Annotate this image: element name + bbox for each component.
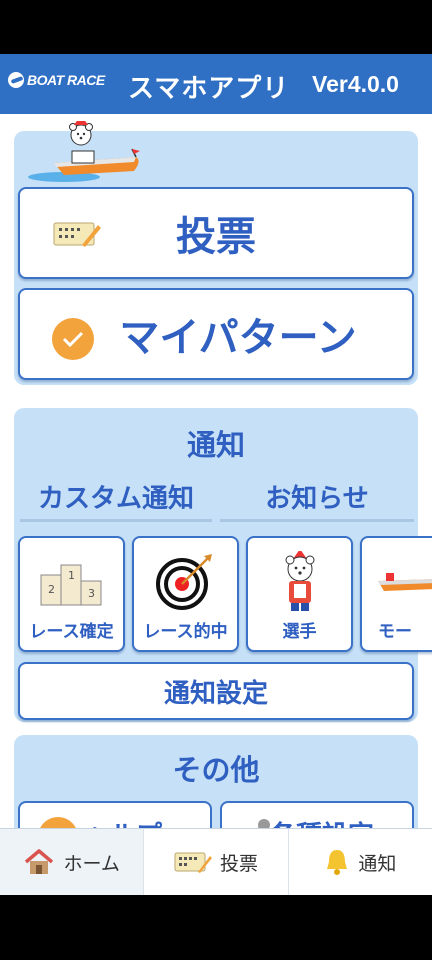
tab-news[interactable]: お知らせ xyxy=(220,478,414,522)
nav-notify-label: 通知 xyxy=(358,852,397,875)
main-content[interactable]: 投票 マイパターン 通知 カスタム通知 お知らせ 2 1 3 レース確定 レース… xyxy=(0,114,432,828)
bear-boat-mascot-icon xyxy=(28,121,140,182)
boat-icon xyxy=(378,573,432,591)
mypattern-button[interactable]: マイパターン xyxy=(18,288,414,380)
notify-card: 通知 カスタム通知 お知らせ 2 1 3 レース確定 レース的中 選手 モー 通… xyxy=(14,408,432,722)
house-icon xyxy=(25,849,54,874)
tile-racer[interactable]: 選手 xyxy=(246,536,353,652)
nav-home[interactable]: ホーム xyxy=(0,829,145,895)
svg-text:2: 2 xyxy=(48,583,55,596)
ticket-icon xyxy=(174,852,212,873)
system-nav-bar xyxy=(0,895,432,960)
vote-button[interactable]: 投票 xyxy=(18,187,414,279)
tile-label: レース確定 xyxy=(29,622,114,642)
logo-swoosh-icon xyxy=(8,72,24,88)
tile-race-hit[interactable]: レース的中 xyxy=(132,536,239,652)
svg-text:3: 3 xyxy=(88,587,95,600)
nav-vote[interactable]: 投票 xyxy=(144,829,289,895)
ticket-pencil-icon xyxy=(53,222,101,247)
notify-settings-button[interactable]: 通知設定 xyxy=(18,662,414,720)
boatrace-logo: BOAT RACE xyxy=(8,72,105,88)
nav-vote-label: 投票 xyxy=(219,852,258,875)
vote-card: 投票 マイパターン xyxy=(14,121,418,385)
help-button[interactable]: ヘルプ xyxy=(18,801,212,828)
status-bar xyxy=(0,0,432,54)
tile-label: 選手 xyxy=(282,622,317,642)
app-header: BOAT RACE スマホアプリ Ver4.0.0 xyxy=(0,54,432,114)
mypattern-button-label: マイパターン xyxy=(119,315,357,361)
help-button-label: ヘルプ xyxy=(84,815,162,828)
wrench-icon xyxy=(257,819,270,828)
settings-button-label: 各種設定 xyxy=(270,815,374,828)
vote-button-label: 投票 xyxy=(176,214,256,260)
target-icon xyxy=(155,554,212,610)
notify-section-title: 通知 xyxy=(186,428,245,462)
logo-text: BOAT RACE xyxy=(27,72,105,88)
bear-racer-icon xyxy=(285,551,314,611)
other-card: その他 ヘルプ 各種設定 xyxy=(14,735,418,828)
nav-home-label: ホーム xyxy=(63,852,120,875)
svg-text:1: 1 xyxy=(68,569,75,582)
settings-button[interactable]: 各種設定 xyxy=(220,801,414,828)
check-circle-icon xyxy=(52,318,94,360)
bottom-nav: ホーム 投票 通知 xyxy=(0,828,432,895)
tab-custom-notify[interactable]: カスタム通知 xyxy=(20,478,212,522)
podium-icon: 2 1 3 xyxy=(40,564,101,606)
app-title: スマホアプリ xyxy=(128,74,290,104)
tile-race-result[interactable]: 2 1 3 レース確定 xyxy=(18,536,125,652)
version-label: Ver4.0.0 xyxy=(312,71,399,97)
help-icon xyxy=(38,817,78,828)
nav-notify[interactable]: 通知 xyxy=(289,829,432,895)
bell-icon xyxy=(327,850,348,875)
other-section-title: その他 xyxy=(172,753,260,787)
tile-motor[interactable]: モー xyxy=(360,536,432,652)
tile-label: モー xyxy=(378,622,412,642)
tile-label: レース的中 xyxy=(143,622,228,642)
